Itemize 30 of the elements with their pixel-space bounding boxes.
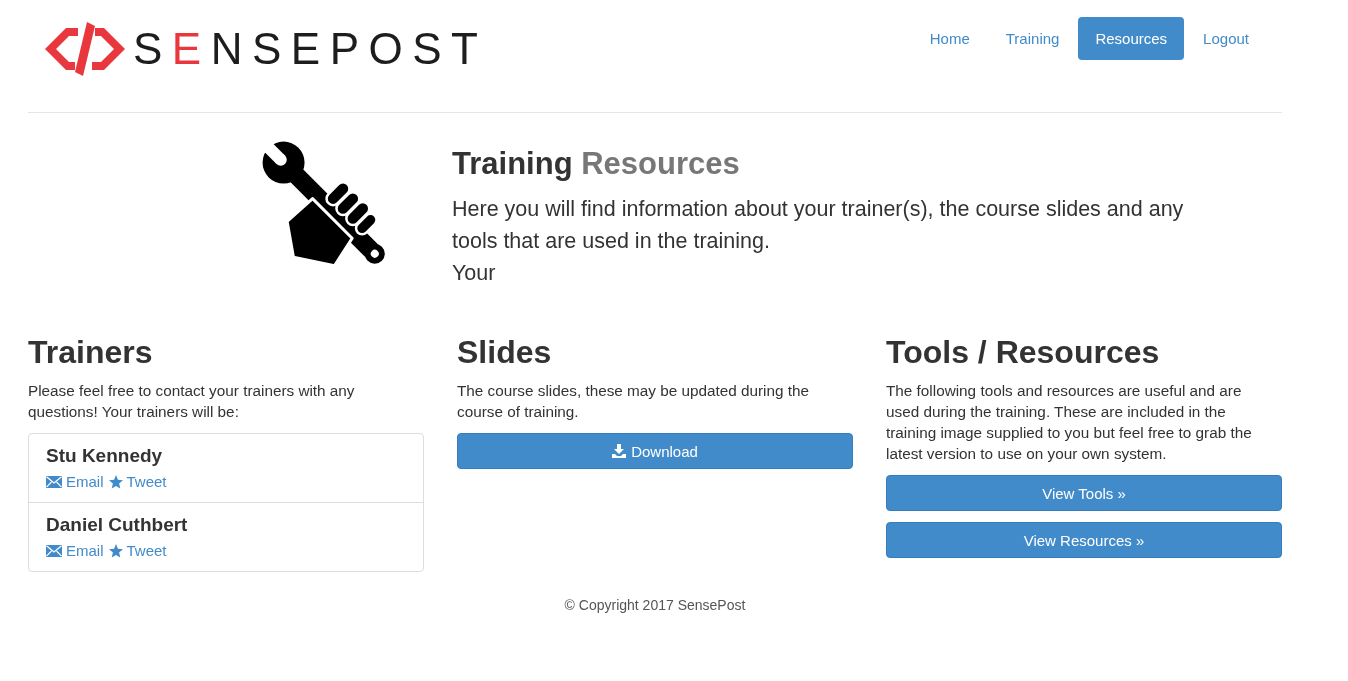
section-heading: Slides bbox=[457, 333, 553, 372]
intro-text: Here you will find information about your trainer(s), the course slides and any tools that are used in the training. bbox=[452, 196, 1185, 255]
intro-text-tail: Your bbox=[452, 260, 497, 287]
trainer-name: Daniel Cuthbert bbox=[46, 513, 189, 537]
email-link[interactable]: Email bbox=[46, 469, 104, 495]
page-title: Training bbox=[452, 146, 573, 181]
star-icon bbox=[108, 475, 123, 489]
email-link[interactable]: Email bbox=[46, 538, 104, 564]
envelope-icon bbox=[46, 545, 62, 557]
section-heading: Trainers bbox=[28, 333, 154, 372]
envelope-icon bbox=[46, 476, 62, 488]
section-heading: Tools / Resources bbox=[886, 333, 1161, 372]
download-icon bbox=[612, 444, 627, 458]
nav-tab[interactable]: Training bbox=[988, 17, 1077, 60]
tweet-link[interactable]: Tweet bbox=[108, 538, 167, 564]
view-button[interactable]: View Tools » bbox=[886, 475, 1282, 511]
nav-tab[interactable]: Resources bbox=[1078, 17, 1185, 60]
nav-tab[interactable]: Logout bbox=[1186, 17, 1266, 60]
download-button[interactable]: Download bbox=[457, 433, 853, 469]
logo-mark-icon bbox=[45, 20, 125, 78]
section-description: The course slides, these may be updated during the course of training. bbox=[457, 380, 811, 422]
tweet-link[interactable]: Tweet bbox=[108, 469, 167, 495]
view-button[interactable]: View Resources » bbox=[886, 522, 1282, 558]
copyright-text: © Copyright 2017 SensePost bbox=[564, 596, 746, 615]
trainer-name: Stu Kennedy bbox=[46, 444, 164, 468]
page-subtitle: Resources bbox=[581, 146, 740, 181]
section-description: The following tools and resources are useful and are used during the training. These are included in the training image supplied to you but feel free to grab the latest version to use on your own system. bbox=[886, 380, 1253, 464]
section-description: Please feel free to contact your trainers with any questions! Your trainers will be: bbox=[28, 380, 356, 422]
nav-tab[interactable]: Home bbox=[912, 17, 987, 60]
star-icon bbox=[108, 544, 123, 558]
